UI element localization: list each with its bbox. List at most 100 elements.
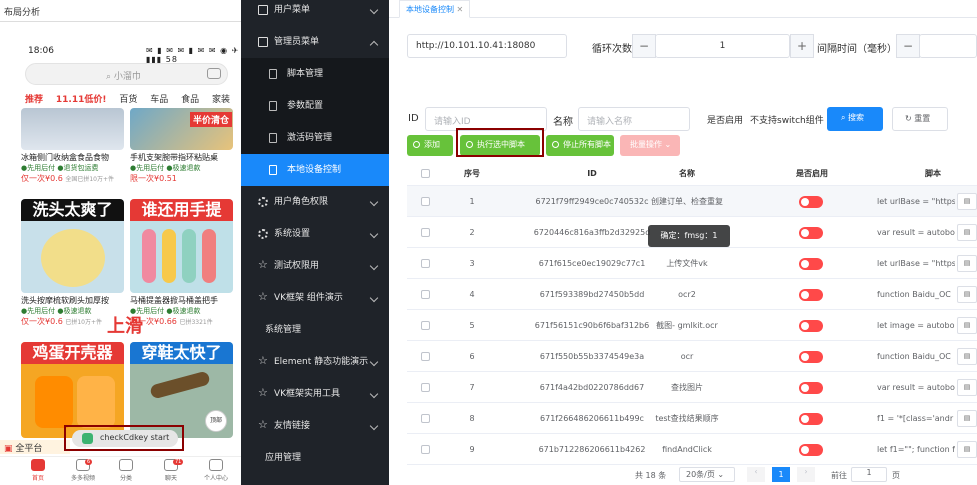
row-script: f1 = '*[class='andr [877, 414, 954, 423]
edit-doc-button[interactable]: ▤ [957, 255, 977, 272]
edit-doc-button[interactable]: ▤ [957, 286, 977, 303]
edit-doc-button[interactable]: ▤ [957, 193, 977, 210]
chat-badge: 71 [173, 459, 184, 465]
table-row[interactable]: 8 671f266486206611b499c test查找结果顺序 f1 = '*[… [407, 403, 977, 434]
select-all-checkbox[interactable] [421, 169, 430, 178]
chevron-down-icon [369, 421, 379, 431]
add-button[interactable]: 添加 [407, 135, 453, 156]
enabled-switch[interactable] [799, 382, 823, 394]
sidebar-item-params[interactable]: 参数配置 [241, 90, 389, 122]
sidebar-item-links[interactable]: ☆ 友情链接 [241, 410, 389, 442]
sidebar-item-apps[interactable]: 应用管理 [241, 442, 389, 474]
tab-category[interactable]: 分类 [106, 459, 146, 482]
row-checkbox[interactable] [421, 228, 430, 237]
product-image[interactable]: 鸡蛋开壳器 [21, 342, 124, 438]
tab-chat[interactable]: 71 聊天 [151, 459, 191, 482]
page-size-select[interactable]: 20条/页 ⌄ [679, 467, 735, 482]
all-platform-banner[interactable]: ▣ 全平台 [0, 440, 70, 454]
category-tab[interactable]: 食品 [181, 95, 199, 105]
sidebar-item-vk-tools[interactable]: ☆ VK框架实用工具 [241, 378, 389, 410]
sidebar-item-vk-demo[interactable]: ☆ VK框架 组件演示 [241, 282, 389, 314]
tab-home[interactable]: 首页 [18, 459, 58, 482]
page-1-button[interactable]: 1 [772, 467, 790, 482]
camera-icon[interactable] [207, 68, 221, 79]
sidebar-item-device-control[interactable]: 本地设备控制 [241, 154, 389, 186]
name-field[interactable]: 请输入名称 [578, 107, 690, 131]
gear-icon [258, 197, 268, 207]
table-row[interactable]: 6 671f550b55b3374549e3a ocr function Baidu_… [407, 341, 977, 372]
table-row[interactable]: 3 671f615ce0ec19029c77c1 上传文件vk let urlBase… [407, 248, 977, 279]
edit-doc-button[interactable]: ▤ [957, 379, 977, 396]
enabled-switch[interactable] [799, 227, 823, 239]
tab-profile[interactable]: 个人中心 [196, 459, 236, 482]
enabled-switch[interactable] [799, 351, 823, 363]
prev-page-button[interactable]: ‹ [747, 467, 765, 482]
row-checkbox[interactable] [421, 414, 430, 423]
reset-button[interactable]: ↻ 重置 [892, 107, 948, 131]
goto-page-input[interactable]: 1 [851, 467, 887, 482]
back-to-top-button[interactable]: 顶部 [205, 410, 227, 432]
edit-doc-button[interactable]: ▤ [957, 410, 977, 427]
enabled-switch[interactable] [799, 258, 823, 270]
row-checkbox[interactable] [421, 321, 430, 330]
table-row[interactable]: 5 671f56151c90b6f6baf312b6 截图- gmlkit.ocr l… [407, 310, 977, 341]
category-tab[interactable]: 百货 [119, 95, 137, 105]
row-checkbox[interactable] [421, 259, 430, 268]
product-card[interactable]: 马桶提盖器掀马桶盖把手 ●先用后付 ●极速退款 限一次¥0.66 已拼3321件 [130, 293, 233, 328]
row-checkbox[interactable] [421, 352, 430, 361]
swipe-up-label: 上滑 [107, 316, 143, 337]
row-checkbox[interactable] [421, 197, 430, 206]
enabled-switch[interactable] [799, 196, 823, 208]
table-row[interactable]: 1 6721f79ff2949ce0c740532c 创建订单、检查重复 let ur… [407, 186, 977, 217]
next-page-button[interactable]: › [797, 467, 815, 482]
category-tab[interactable]: 推荐 [25, 95, 43, 105]
row-checkbox[interactable] [421, 290, 430, 299]
edit-doc-button[interactable]: ▤ [957, 317, 977, 334]
table-row[interactable]: 9 671b712286206611b4262 findAndClick let f1… [407, 434, 977, 465]
row-checkbox[interactable] [421, 383, 430, 392]
enabled-switch[interactable] [799, 320, 823, 332]
sidebar-item-element-demo[interactable]: ☆ Element 静态功能演示 [241, 346, 389, 378]
url-input[interactable]: http://10.101.10.41:18080 [407, 34, 567, 58]
doc-icon [269, 133, 277, 143]
loop-count-input[interactable]: 1 [655, 34, 790, 58]
product-image[interactable]: 谁还用手提 [130, 199, 233, 293]
sidebar-item-roles[interactable]: 用户角色权限 [241, 186, 389, 218]
table-row[interactable]: 4 671f593389bd27450b5dd ocr2 function Baidu… [407, 279, 977, 310]
edit-doc-button[interactable]: ▤ [957, 224, 977, 241]
product-card[interactable]: 冰箱侧门收纳盒食品食物 ●先用后付 ●退货包运费 仅一次¥0.6 全国已拼10万… [21, 108, 124, 185]
phone-search-bar[interactable]: ⌕ 小溜巾 [25, 63, 228, 85]
interval-decrement-button[interactable]: − [896, 34, 920, 58]
stop-all-button[interactable]: 停止所有脚本 [546, 135, 614, 156]
sidebar-item-test[interactable]: ☆ 测试权限用 [241, 250, 389, 282]
category-tab[interactable]: 11.11低价! [56, 95, 107, 105]
row-no: 2 [469, 228, 475, 237]
close-icon[interactable]: ✕ [457, 5, 464, 14]
row-name: 创建订单、检查重复 [651, 197, 723, 206]
row-script: var result = autobo [877, 228, 955, 237]
sidebar-item-settings[interactable]: 系统设置 [241, 218, 389, 250]
interval-input[interactable] [919, 34, 977, 58]
row-checkbox[interactable] [421, 445, 430, 454]
sidebar-item-system[interactable]: 系统管理 [241, 314, 389, 346]
category-tab[interactable]: 家装 [212, 95, 230, 105]
sidebar-item-user-menu[interactable]: 用户菜单 [241, 0, 389, 26]
batch-ops-button[interactable]: 批量操作 ⌄ [620, 135, 680, 156]
sidebar-item-activation[interactable]: 激活码管理 [241, 122, 389, 154]
category-tab[interactable]: 车品 [150, 95, 168, 105]
search-button[interactable]: ⌕ 搜索 [827, 107, 883, 131]
sidebar-item-script-mgmt[interactable]: 脚本管理 [241, 58, 389, 90]
decrement-button[interactable]: − [632, 34, 656, 58]
product-card[interactable]: 半价清仓 手机支架腕带指环粘贴桌 ●先用后付 ●极速退款 限一次¥0.51 [130, 108, 233, 185]
tab-video[interactable]: 6 多多视频 [63, 459, 103, 482]
enabled-switch[interactable] [799, 444, 823, 456]
edit-doc-button[interactable]: ▤ [957, 441, 977, 458]
enabled-switch[interactable] [799, 413, 823, 425]
increment-button[interactable]: + [790, 34, 814, 58]
table-row[interactable]: 7 671f4a42bd0220786dd67 查找图片 var result = a… [407, 372, 977, 403]
sidebar-item-admin-menu[interactable]: 管理员菜单 [241, 26, 389, 58]
edit-doc-button[interactable]: ▤ [957, 348, 977, 365]
enabled-switch[interactable] [799, 289, 823, 301]
tab-device-control[interactable]: 本地设备控制 ✕ [399, 0, 471, 18]
product-image[interactable]: 洗头太爽了 [21, 199, 124, 293]
